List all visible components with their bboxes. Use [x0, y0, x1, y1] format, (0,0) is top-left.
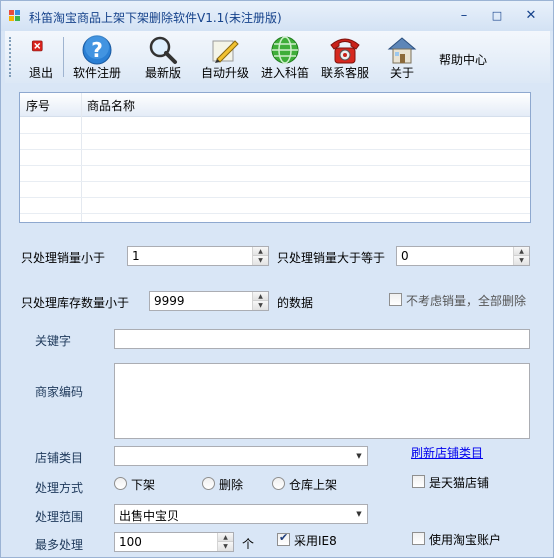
merchant-code-label: 商家编码	[35, 385, 84, 399]
method-option-delist: 下架	[131, 478, 156, 492]
sales-less-value: 1	[132, 249, 140, 263]
max-input[interactable]: 100 ▲ ▼	[114, 532, 234, 552]
register-button[interactable]: ? 软件注册	[69, 33, 125, 81]
sales-less-label: 只处理销量小于	[21, 251, 106, 265]
scope-label: 处理范围	[35, 510, 84, 524]
magnifier-icon	[149, 36, 177, 64]
enter-kedi-button[interactable]: 进入科笛	[257, 33, 313, 81]
method-label: 处理方式	[35, 481, 84, 495]
stock-suffix-label: 的数据	[277, 296, 314, 310]
spin-down-icon[interactable]: ▼	[218, 542, 233, 551]
title-bar: 科笛淘宝商品上架下架删除软件V1.1(未注册版) – □ ✕	[1, 1, 553, 31]
stock-less-value: 9999	[154, 294, 185, 308]
method-radio-delete[interactable]	[202, 477, 215, 490]
spin-down-icon[interactable]: ▼	[253, 256, 268, 265]
help-center-button[interactable]: 帮助中心	[439, 51, 487, 68]
grid-row-line	[20, 165, 530, 166]
spin-down-icon[interactable]: ▼	[514, 256, 529, 265]
maximize-button[interactable]: □	[484, 7, 510, 25]
merchant-code-textarea[interactable]	[114, 363, 530, 439]
spin-up-icon[interactable]: ▲	[514, 247, 529, 256]
svg-text:?: ?	[91, 38, 103, 62]
grid-header: 序号 商品名称	[20, 93, 530, 117]
column-header-index[interactable]: 序号	[26, 97, 50, 114]
max-label: 最多处理	[35, 538, 84, 552]
method-option-warehouse: 仓库上架	[289, 478, 338, 492]
sales-gte-value: 0	[401, 249, 409, 263]
shop-category-label: 店铺类目	[35, 451, 84, 465]
main-window: 科笛淘宝商品上架下架删除软件V1.1(未注册版) – □ ✕ 退出 ? 软件注册	[0, 0, 554, 558]
stock-less-spinner[interactable]: ▲ ▼	[252, 292, 268, 310]
product-grid[interactable]: 序号 商品名称	[19, 92, 531, 223]
exit-label: 退出	[28, 66, 53, 80]
tmall-checkbox[interactable]	[412, 475, 425, 488]
about-button[interactable]: 关于	[383, 33, 421, 81]
latest-version-button[interactable]: 最新版	[141, 33, 185, 81]
scope-select[interactable]: 出售中宝贝 ▼	[114, 504, 368, 524]
chevron-down-icon[interactable]: ▼	[351, 447, 367, 465]
enter-kedi-label: 进入科笛	[260, 66, 309, 80]
method-radio-delist[interactable]	[114, 477, 127, 490]
toolbar-grip[interactable]	[9, 37, 12, 77]
spin-up-icon[interactable]: ▲	[218, 533, 233, 542]
ignore-sales-checkbox[interactable]	[389, 293, 402, 306]
spin-down-icon[interactable]: ▼	[253, 301, 268, 310]
window-title: 科笛淘宝商品上架下架删除软件V1.1(未注册版)	[29, 11, 282, 25]
spin-up-icon[interactable]: ▲	[253, 292, 268, 301]
sales-gte-spinner[interactable]: ▲ ▼	[513, 247, 529, 265]
scope-value: 出售中宝贝	[119, 509, 180, 523]
max-value: 100	[119, 535, 142, 549]
help-icon: ?	[82, 35, 112, 65]
tmall-label: 是天猫店铺	[429, 476, 490, 490]
keyword-input[interactable]	[114, 329, 530, 349]
exit-button[interactable]: 退出	[23, 33, 59, 81]
exit-icon	[31, 40, 43, 52]
auto-upgrade-button[interactable]: 自动升级	[197, 33, 253, 81]
sales-gte-input[interactable]: 0 ▲ ▼	[396, 246, 530, 266]
contact-support-label: 联系客服	[320, 66, 369, 80]
grid-row-line	[20, 197, 530, 198]
sales-gte-label: 只处理销量大于等于	[277, 251, 386, 265]
sales-less-spinner[interactable]: ▲ ▼	[252, 247, 268, 265]
refresh-category-link[interactable]: 刷新店铺类目	[411, 444, 483, 461]
grid-row-line	[20, 133, 530, 134]
grid-row-line	[20, 181, 530, 182]
globe-icon	[271, 36, 299, 64]
stock-less-label: 只处理库存数量小于	[21, 296, 130, 310]
keyword-label: 关键字	[35, 334, 72, 348]
use-taobao-account-label: 使用淘宝账户	[429, 533, 502, 547]
shop-category-select[interactable]: ▼	[114, 446, 368, 466]
close-button[interactable]: ✕	[518, 7, 544, 25]
column-divider	[81, 93, 82, 222]
house-icon	[387, 37, 417, 64]
app-icon	[9, 10, 21, 22]
toolbar: 退出 ? 软件注册 最新版 自动升级 进入科笛 联系客服 关于 帮助中心	[5, 31, 550, 83]
minimize-button[interactable]: –	[451, 7, 477, 25]
about-label: 关于	[389, 66, 414, 80]
ignore-sales-label: 不考虑销量，全部删除	[406, 294, 527, 308]
sales-less-input[interactable]: 1 ▲ ▼	[127, 246, 269, 266]
auto-upgrade-label: 自动升级	[200, 66, 249, 80]
grid-row-line	[20, 149, 530, 150]
method-option-delete: 删除	[219, 478, 244, 492]
pencil-icon	[212, 40, 239, 63]
toolbar-separator	[63, 37, 64, 77]
use-ie8-label: 采用IE8	[294, 534, 337, 548]
method-radio-warehouse[interactable]	[272, 477, 285, 490]
use-taobao-account-checkbox[interactable]	[412, 532, 425, 545]
column-header-product-name[interactable]: 商品名称	[87, 97, 135, 114]
max-spinner[interactable]: ▲ ▼	[217, 533, 233, 551]
contact-support-button[interactable]: 联系客服	[317, 33, 373, 81]
register-label: 软件注册	[72, 66, 121, 80]
spin-up-icon[interactable]: ▲	[253, 247, 268, 256]
chevron-down-icon[interactable]: ▼	[351, 505, 367, 523]
grid-row-line	[20, 213, 530, 214]
stock-less-input[interactable]: 9999 ▲ ▼	[149, 291, 269, 311]
telephone-icon	[330, 38, 360, 64]
latest-version-label: 最新版	[144, 66, 181, 80]
max-unit-label: 个	[242, 537, 255, 551]
use-ie8-checkbox[interactable]	[277, 531, 290, 546]
